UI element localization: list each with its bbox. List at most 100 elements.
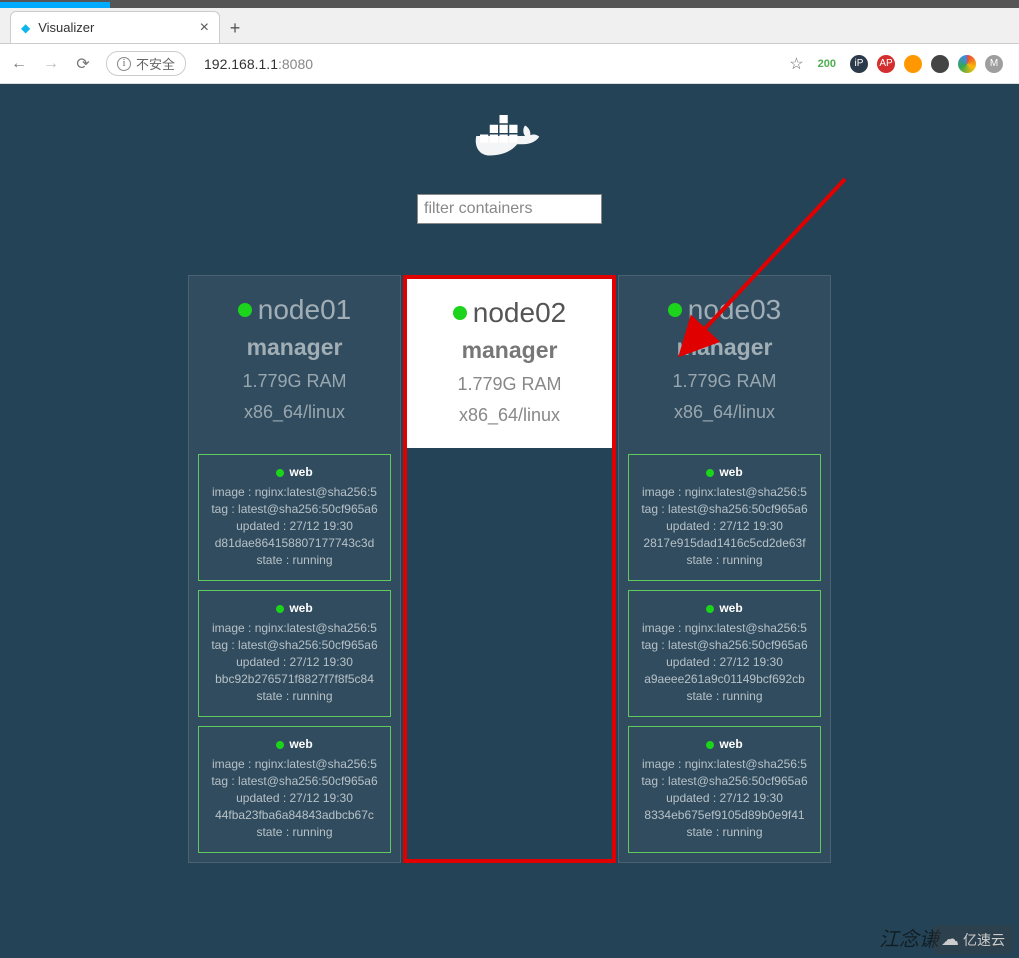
- node-title: node02: [415, 297, 604, 329]
- tab-bar: ◆ Visualizer × +: [0, 8, 1019, 44]
- node-ram: 1.779G RAM: [627, 371, 822, 392]
- info-icon: i: [117, 57, 131, 71]
- status-dot-icon: [453, 306, 467, 320]
- status-dot-icon: [276, 469, 284, 477]
- service-id: 2817e915dad1416c5cd2de63f: [629, 536, 820, 550]
- node-ram: 1.779G RAM: [415, 374, 604, 395]
- service-image: image : nginx:latest@sha256:5: [199, 621, 390, 635]
- node-title: node01: [197, 294, 392, 326]
- service-id: 8334eb675ef9105d89b0e9f41: [629, 808, 820, 822]
- service-name: web: [629, 465, 820, 479]
- service-state: state : running: [199, 689, 390, 703]
- node-role: manager: [415, 337, 604, 364]
- node-arch: x86_64/linux: [415, 405, 604, 426]
- node-role: manager: [627, 334, 822, 361]
- docker-favicon-icon: ◆: [21, 21, 30, 35]
- extensions: iP AP M: [850, 55, 1003, 73]
- visualizer-app: node01 manager 1.779G RAM x86_64/linuxweb im…: [0, 84, 1019, 958]
- window-top-strip: [0, 0, 1019, 8]
- back-button[interactable]: ←: [10, 55, 28, 73]
- service-image: image : nginx:latest@sha256:5: [199, 757, 390, 771]
- bookmark-icon[interactable]: ☆: [789, 54, 803, 74]
- status-dot-icon: [238, 303, 252, 317]
- ext-orange-icon[interactable]: [904, 55, 922, 73]
- service-card[interactable]: web image : nginx:latest@sha256:5 tag : la…: [628, 454, 821, 581]
- service-updated: updated : 27/12 19:30: [199, 519, 390, 533]
- ext-ip-icon[interactable]: iP: [850, 55, 868, 73]
- node-role: manager: [197, 334, 392, 361]
- node-header: node03 manager 1.779G RAM x86_64/linux: [619, 276, 830, 445]
- filter-input[interactable]: [417, 194, 602, 224]
- status-badge: 200: [818, 58, 836, 70]
- service-state: state : running: [629, 689, 820, 703]
- url-host: 192.168.1.1: [204, 56, 278, 72]
- status-dot-icon: [276, 741, 284, 749]
- watermark-brand-label: 亿速云: [963, 930, 1005, 950]
- service-image: image : nginx:latest@sha256:5: [199, 485, 390, 499]
- status-dot-icon: [276, 605, 284, 613]
- cloud-icon: ☁: [941, 929, 959, 950]
- service-name: web: [199, 465, 390, 479]
- insecure-label: 不安全: [136, 54, 175, 73]
- status-dot-icon: [706, 469, 714, 477]
- reload-button[interactable]: ⟳: [74, 54, 92, 74]
- browser-tab[interactable]: ◆ Visualizer ×: [10, 11, 220, 43]
- ext-grey-icon[interactable]: M: [985, 55, 1003, 73]
- node-column: node03 manager 1.779G RAM x86_64/linuxweb im…: [618, 275, 831, 863]
- ext-chrome-icon[interactable]: [958, 55, 976, 73]
- tab-title: Visualizer: [38, 20, 191, 35]
- url-display[interactable]: 192.168.1.1:8080: [200, 56, 775, 72]
- service-updated: updated : 27/12 19:30: [629, 655, 820, 669]
- node-ram: 1.779G RAM: [197, 371, 392, 392]
- node-column: node02 manager 1.779G RAM x86_64/linux: [403, 275, 616, 863]
- service-updated: updated : 27/12 19:30: [199, 791, 390, 805]
- service-card[interactable]: web image : nginx:latest@sha256:5 tag : la…: [198, 454, 391, 581]
- service-state: state : running: [199, 553, 390, 567]
- service-name: web: [199, 601, 390, 615]
- service-updated: updated : 27/12 19:30: [629, 791, 820, 805]
- service-id: a9aeee261a9c01149bcf692cb: [629, 672, 820, 686]
- status-dot-icon: [668, 303, 682, 317]
- service-id: d81dae864158807177743c3d: [199, 536, 390, 550]
- new-tab-button[interactable]: +: [220, 18, 250, 43]
- service-tag: tag : latest@sha256:50cf965a6: [199, 502, 390, 516]
- service-updated: updated : 27/12 19:30: [629, 519, 820, 533]
- watermark-text: 江念谦: [879, 923, 939, 952]
- node-arch: x86_64/linux: [627, 402, 822, 423]
- forward-button[interactable]: →: [42, 55, 60, 73]
- service-state: state : running: [199, 825, 390, 839]
- service-tag: tag : latest@sha256:50cf965a6: [199, 638, 390, 652]
- service-card[interactable]: web image : nginx:latest@sha256:5 tag : la…: [628, 590, 821, 717]
- service-name: web: [629, 737, 820, 751]
- node-arch: x86_64/linux: [197, 402, 392, 423]
- node-title: node03: [627, 294, 822, 326]
- watermark-brand: ☁ 亿速云: [933, 925, 1013, 954]
- service-id: 44fba23fba6a84843adbcb67c: [199, 808, 390, 822]
- service-image: image : nginx:latest@sha256:5: [629, 757, 820, 771]
- address-bar: ← → ⟳ i 不安全 192.168.1.1:8080 ☆ 200 iP AP…: [0, 44, 1019, 84]
- logo-wrap: [0, 109, 1019, 174]
- service-tag: tag : latest@sha256:50cf965a6: [629, 502, 820, 516]
- service-card[interactable]: web image : nginx:latest@sha256:5 tag : la…: [198, 590, 391, 717]
- service-state: state : running: [629, 825, 820, 839]
- ext-abp-icon[interactable]: AP: [877, 55, 895, 73]
- service-image: image : nginx:latest@sha256:5: [629, 485, 820, 499]
- node-header: node02 manager 1.779G RAM x86_64/linux: [407, 279, 612, 448]
- status-dot-icon: [706, 741, 714, 749]
- docker-logo-icon: [465, 109, 555, 174]
- close-tab-icon[interactable]: ×: [200, 19, 209, 37]
- service-id: bbc92b276571f8827f7f8f5c84: [199, 672, 390, 686]
- security-chip[interactable]: i 不安全: [106, 51, 186, 76]
- node-column: node01 manager 1.779G RAM x86_64/linuxweb im…: [188, 275, 401, 863]
- ext-dark-icon[interactable]: [931, 55, 949, 73]
- service-tag: tag : latest@sha256:50cf965a6: [629, 774, 820, 788]
- service-card[interactable]: webimage : nginx:latest@sha256:5tag : la…: [198, 726, 391, 853]
- service-image: image : nginx:latest@sha256:5: [629, 621, 820, 635]
- service-name: web: [629, 601, 820, 615]
- service-name: web: [199, 737, 390, 751]
- node-header: node01 manager 1.779G RAM x86_64/linux: [189, 276, 400, 445]
- service-updated: updated : 27/12 19:30: [199, 655, 390, 669]
- service-tag: tag : latest@sha256:50cf965a6: [629, 638, 820, 652]
- url-port: :8080: [278, 56, 313, 72]
- service-card[interactable]: web image : nginx:latest@sha256:5 tag : la…: [628, 726, 821, 853]
